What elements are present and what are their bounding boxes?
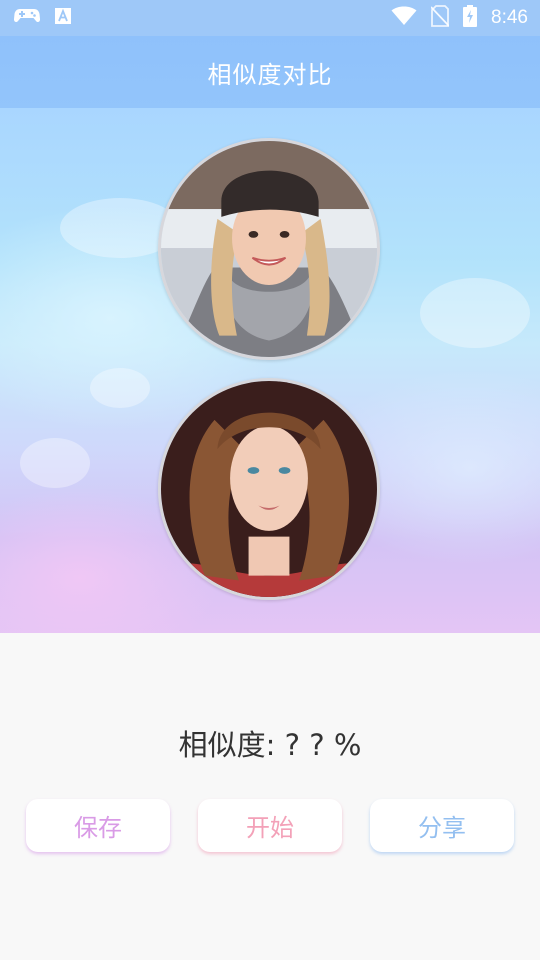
bokeh-decoration — [420, 278, 530, 348]
clock-time: 8:46 — [491, 7, 528, 28]
bokeh-decoration — [90, 368, 150, 408]
start-button[interactable]: 开始 — [198, 799, 342, 852]
photo-comparison-area — [0, 108, 540, 633]
page-title: 相似度对比 — [207, 60, 333, 89]
font-a-icon — [54, 7, 72, 29]
woman-curly-hair-photo-icon — [161, 381, 377, 597]
status-bar: 8:46 — [0, 0, 540, 36]
similarity-result: 相似度: ? ? % — [178, 728, 362, 762]
first-face-photo[interactable] — [158, 138, 380, 360]
bokeh-decoration — [20, 438, 90, 488]
second-face-photo[interactable] — [158, 378, 380, 600]
status-bar-right: 8:46 — [391, 5, 528, 31]
status-bar-left — [13, 7, 72, 29]
app-bar: 相似度对比 — [0, 36, 540, 108]
gamepad-icon — [13, 8, 41, 28]
save-button[interactable]: 保存 — [26, 799, 170, 852]
woman-beanie-photo-icon — [161, 141, 377, 357]
wifi-icon — [391, 6, 417, 30]
battery-charging-icon — [463, 5, 478, 31]
no-sim-icon — [430, 5, 450, 31]
share-button[interactable]: 分享 — [370, 799, 514, 852]
